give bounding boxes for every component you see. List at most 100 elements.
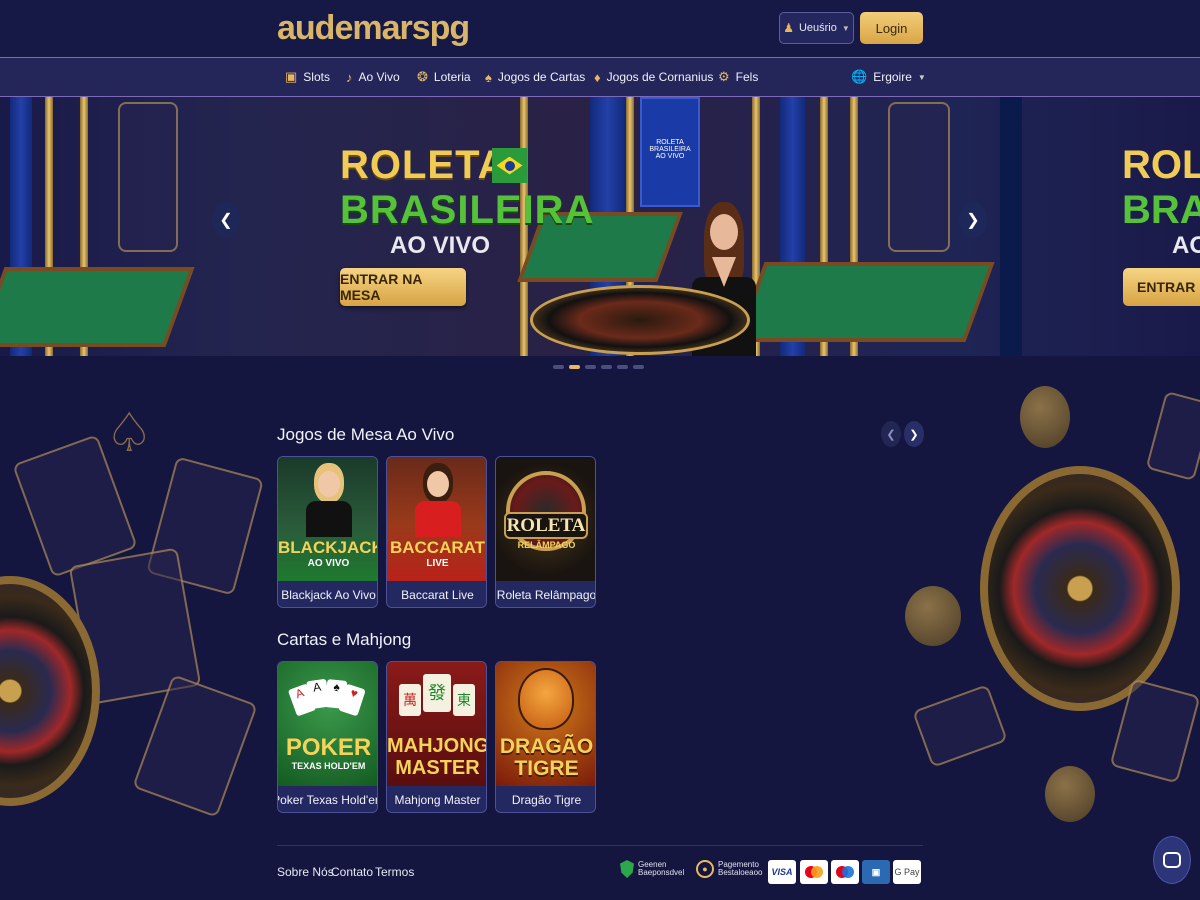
- game-label: Baccarat Live: [387, 581, 486, 607]
- game-card-dragao-tigre[interactable]: DRAGÃO TIGRE Dragão Tigre: [495, 661, 596, 813]
- wall-panel-decoration: [888, 102, 950, 252]
- pagination-dot[interactable]: [601, 365, 612, 369]
- nav-item-label: Slots: [303, 70, 330, 84]
- chat-support-button[interactable]: [1153, 836, 1191, 884]
- nav-item-slots[interactable]: ▣ Slots: [285, 58, 330, 96]
- game-thumbnail: DRAGÃO TIGRE: [496, 662, 595, 786]
- game-card-poker[interactable]: A A ♠ ♥ POKER TEXAS HOLD'EM Poker Texas …: [277, 661, 378, 813]
- card-icon: ▣: [862, 860, 890, 884]
- background-decoration-right: [900, 356, 1200, 846]
- hero-title-line2: BRASILEIRA: [340, 188, 595, 232]
- language-selector[interactable]: 🌐 Ergoire ▼: [851, 58, 926, 96]
- footer-link-terms[interactable]: Termos: [375, 865, 414, 879]
- enter-table-button[interactable]: ENTRAR NA MESA: [340, 268, 466, 306]
- user-label: Ueuśrio: [798, 22, 837, 34]
- language-label: Ergoire: [873, 70, 912, 84]
- brazil-flag-icon: [492, 148, 527, 183]
- chat-bubble-icon: [1163, 852, 1181, 868]
- footer-link-about[interactable]: Sobre Nós: [277, 865, 334, 879]
- game-card-blackjack[interactable]: BLACKJACK AO VIVO Blackjack Ao Vivo: [277, 456, 378, 608]
- pagination-dot[interactable]: [617, 365, 628, 369]
- nav-item-label: Jogos de Cornanius: [606, 70, 714, 84]
- game-thumbnail: BACCARAT LIVE: [387, 457, 486, 581]
- tv-screen-subtext: AO VIVO: [655, 153, 685, 160]
- mastercard-icon: [800, 860, 828, 884]
- hero-title-line3: AO VIVO: [390, 232, 491, 259]
- nav-item-label: Loteria: [433, 70, 471, 84]
- cards-icon: ♠: [485, 69, 492, 85]
- nav-item-jogos-de-cornanius[interactable]: ♦ Jogos de Cornanius: [594, 58, 713, 96]
- hero-banner[interactable]: ROLETA BRASILEIRA AO VIVO ROLETA BRASILE…: [0, 97, 1200, 356]
- chevron-down-icon: ▼: [917, 72, 926, 82]
- nav-item-ao-vivo[interactable]: ♪ Ao Vivo: [346, 58, 400, 96]
- section-next-button[interactable]: ❯: [904, 421, 924, 447]
- section-prev-button[interactable]: ❮: [881, 421, 901, 447]
- game-label: Dragão Tigre: [496, 786, 595, 812]
- nav-item-jogos-de-cartas[interactable]: ♠ Jogos de Cartas: [485, 58, 585, 96]
- section-title-cards-mahjong: Cartas e Mahjong: [277, 630, 412, 649]
- hero-prev-button[interactable]: ❮: [212, 202, 240, 238]
- maestro-icon: [831, 860, 859, 884]
- game-thumbnail: BLACKJACK AO VIVO: [278, 457, 378, 581]
- google-pay-icon: G Pay: [893, 860, 921, 884]
- top-header: audemarspg ♟ Ueuśrio ▼ Login: [0, 0, 1200, 57]
- globe-icon: 🌐: [851, 69, 868, 84]
- main-nav: ▣ Slots ♪ Ao Vivo ❂ Loteria ♠ Jogos de C…: [0, 57, 1200, 97]
- nav-item-loteria[interactable]: ❂ Loteria: [417, 58, 471, 96]
- game-art-subtitle: TIGRE: [514, 757, 579, 780]
- joystick-icon: ⚙: [718, 69, 730, 84]
- login-button[interactable]: Login: [860, 12, 923, 44]
- game-art-title: POKER: [285, 734, 372, 761]
- nav-item-fels[interactable]: ⚙ Fels: [718, 58, 758, 96]
- lottery-ball-icon: ❂: [417, 69, 428, 84]
- game-card-baccarat[interactable]: BACCARAT LIVE Baccarat Live: [386, 456, 487, 608]
- secure-payment-badge: ● Pagemento Bestaloeaoo: [696, 860, 762, 878]
- hero-title-line1: ROLETA: [340, 143, 508, 187]
- game-thumbnail: ROLETA RELÂMPAGO: [496, 457, 595, 581]
- game-label: Roleta Relâmpago: [496, 581, 595, 607]
- game-art-title: MAHJONG: [387, 735, 487, 757]
- next-slide-enter-button[interactable]: ENTRAR NA MESA: [1123, 268, 1200, 306]
- responsible-gaming-badge: Geenen Baeponsdvel: [620, 860, 684, 878]
- pagination-dot[interactable]: [553, 365, 564, 369]
- section-title-live-table-games: Jogos de Mesa Ao Vivo: [277, 425, 455, 444]
- game-art-subtitle: TEXAS HOLD'EM: [291, 761, 366, 771]
- game-label: Blackjack Ao Vivo: [278, 581, 377, 607]
- pagination-dot[interactable]: [585, 365, 596, 369]
- user-menu-button[interactable]: ♟ Ueuśrio ▼: [779, 12, 854, 44]
- wall-panel-decoration: [118, 102, 178, 252]
- pagination-dot[interactable]: [633, 365, 644, 369]
- game-art-subtitle: LIVE: [426, 558, 449, 569]
- footer-link-contact[interactable]: Contato: [331, 865, 373, 879]
- game-card-roleta-relampago[interactable]: ROLETA RELÂMPAGO Roleta Relâmpago: [495, 456, 596, 608]
- money-bag-icon: ♪: [346, 69, 353, 85]
- game-thumbnail: A A ♠ ♥ POKER TEXAS HOLD'EM: [278, 662, 377, 786]
- chevron-left-icon: ❮: [886, 428, 896, 441]
- game-art-title: BLACKJACK: [278, 538, 378, 557]
- pagination-dot-active[interactable]: [569, 365, 580, 369]
- spade-icon: ♦: [594, 69, 601, 85]
- next-slide-title-line1: ROLETA: [1122, 143, 1200, 187]
- badge-line2: Baeponsdvel: [638, 868, 685, 877]
- background-decoration-left: ♤: [0, 356, 270, 846]
- roulette-table-decoration: [735, 262, 995, 342]
- user-icon: ♟: [783, 21, 794, 35]
- chevron-left-icon: ❮: [219, 212, 233, 229]
- game-label: Mahjong Master: [387, 786, 486, 812]
- game-thumbnail: 萬 發 東 MAHJONG MASTER: [387, 662, 487, 786]
- game-art-subtitle: AO VIVO: [307, 558, 350, 569]
- tv-screen: ROLETA BRASILEIRA AO VIVO: [640, 97, 700, 207]
- nav-item-label: Fels: [735, 70, 759, 84]
- game-art-title: DRAGÃO: [499, 735, 594, 758]
- chevron-right-icon: ❯: [966, 212, 980, 229]
- hero-next-button[interactable]: ❯: [959, 202, 987, 238]
- shield-check-icon: [620, 860, 634, 878]
- game-art-title: BACCARAT: [389, 538, 486, 557]
- curtain-decoration: [1000, 97, 1022, 356]
- next-slide-title-line2: BRASILEIRA: [1122, 188, 1200, 232]
- hero-pagination: [553, 365, 644, 369]
- game-card-mahjong[interactable]: 萬 發 東 MAHJONG MASTER Mahjong Master: [386, 661, 487, 813]
- game-art-subtitle: RELÂMPAGO: [517, 540, 576, 550]
- nav-item-label: Ao Vivo: [358, 70, 400, 84]
- site-logo[interactable]: audemarspg: [277, 8, 470, 48]
